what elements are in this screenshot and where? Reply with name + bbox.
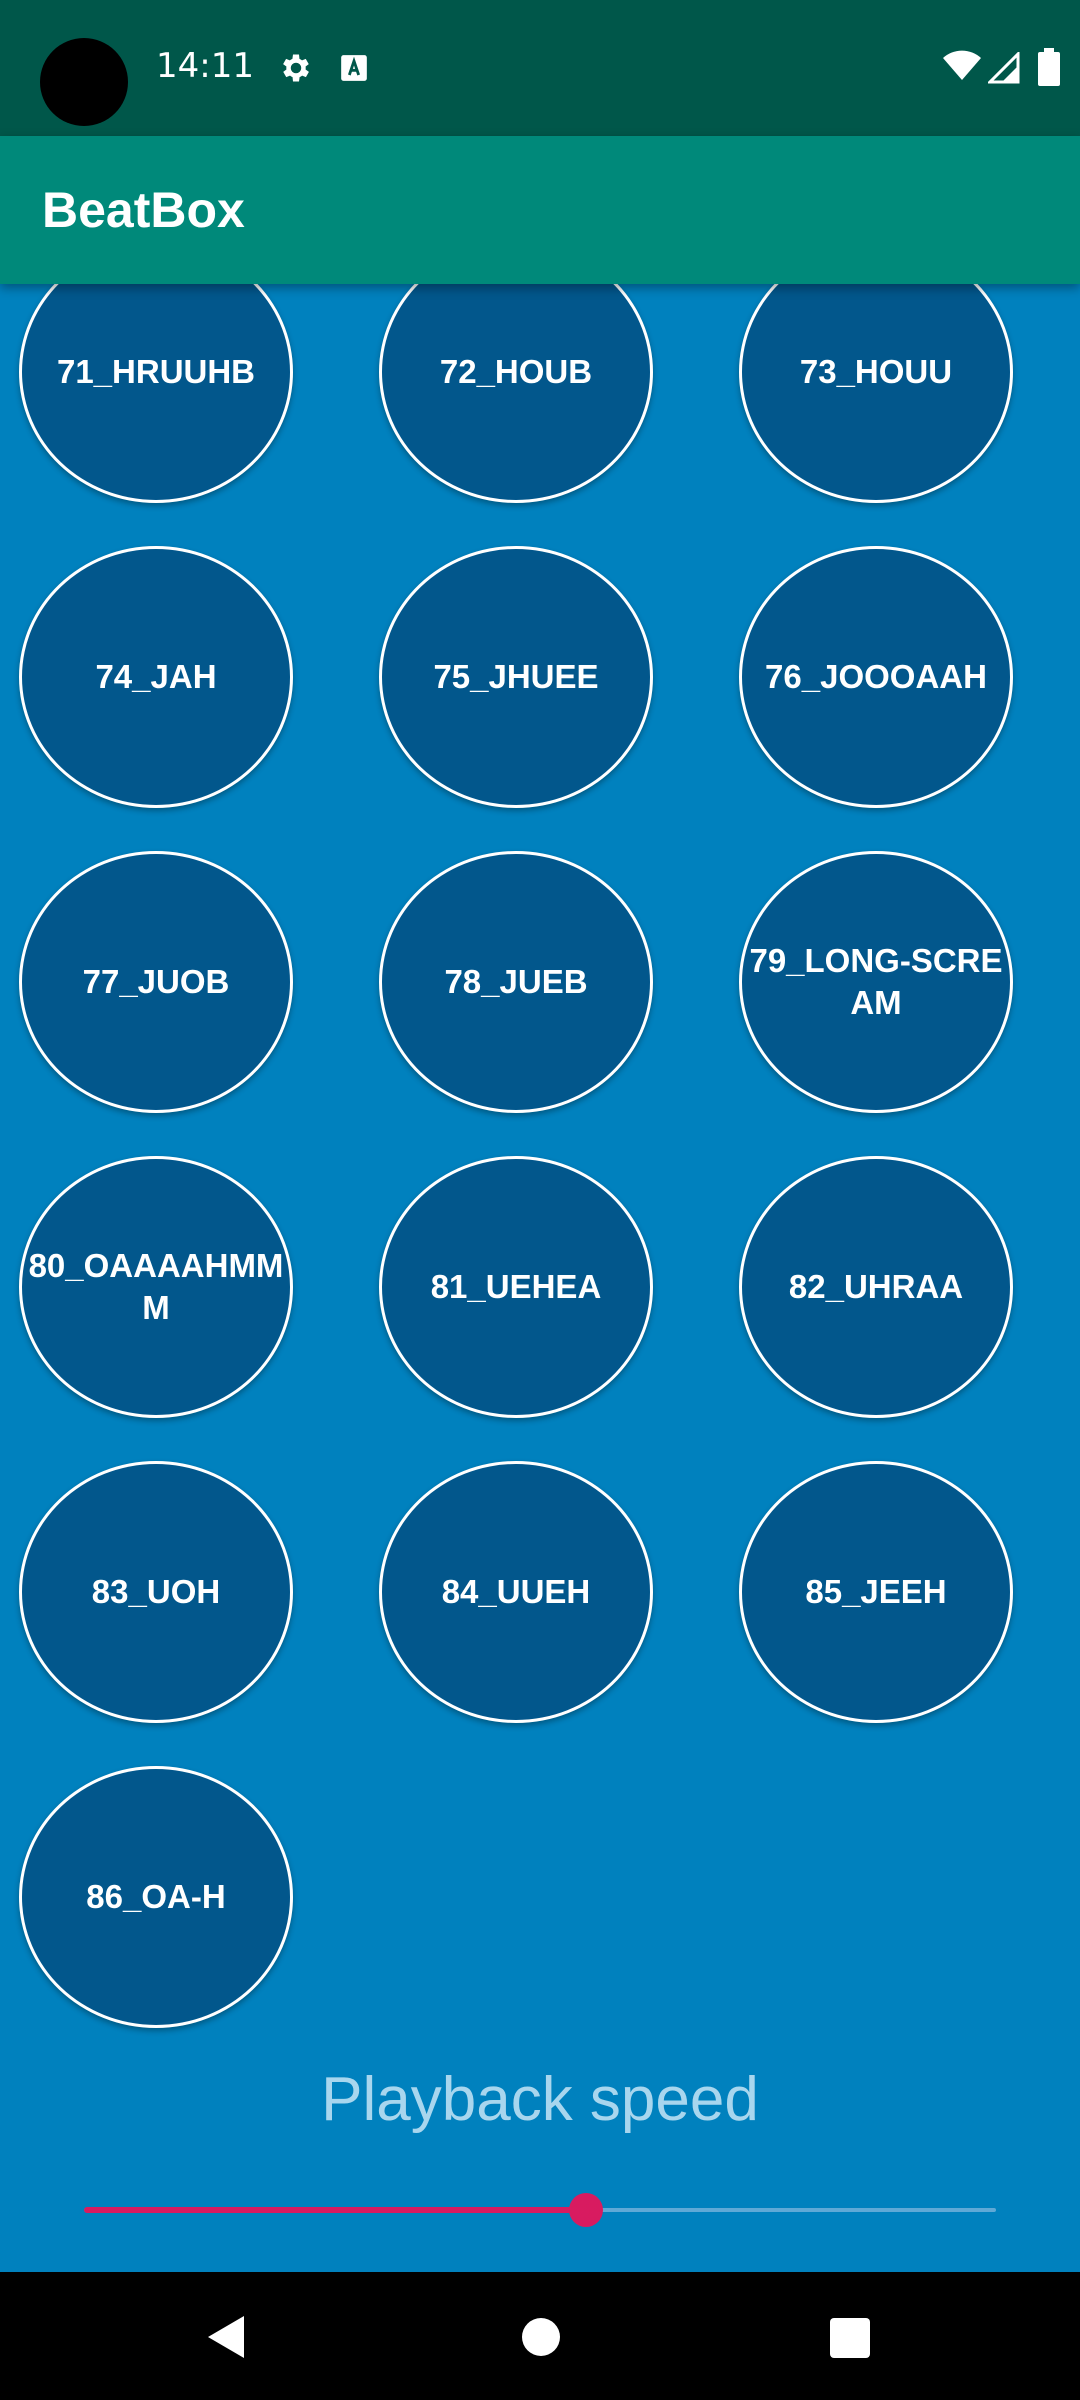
- sound-button[interactable]: 83_UOH: [19, 1461, 293, 1723]
- gear-icon: [283, 54, 309, 82]
- sound-label: 82_UHRAA: [788, 1268, 964, 1305]
- sound-label: 73_HOUU: [799, 353, 953, 390]
- back-icon[interactable]: [204, 2314, 248, 2360]
- sound-label: 76_JOOOAAH: [765, 658, 987, 695]
- sound-label: 86_OA-H: [86, 1878, 226, 1915]
- sound-button[interactable]: 82_UHRAA: [739, 1156, 1013, 1418]
- home-icon[interactable]: [522, 2318, 560, 2356]
- sound-label: 75_JHUEE: [433, 658, 599, 695]
- sound-label: 80_OAAAAHMMM: [28, 1247, 284, 1326]
- sound-button[interactable]: 84_UUEH: [379, 1461, 653, 1723]
- sound-label: 71_HRUUHB: [56, 353, 256, 390]
- sound-label: 78_JUEB: [444, 963, 588, 1000]
- playback-speed-slider[interactable]: [84, 2190, 996, 2230]
- sound-label: 77_JUOB: [82, 963, 230, 1000]
- sound-button[interactable]: 80_OAAAAHMMM: [19, 1156, 293, 1418]
- sound-button[interactable]: 79_LONG-SCREAM: [739, 851, 1013, 1113]
- navigation-bar: [0, 2272, 1080, 2400]
- sound-label: 84_UUEH: [441, 1573, 591, 1610]
- sound-label: 74_JAH: [95, 658, 217, 695]
- sound-button[interactable]: 86_OA-H: [19, 1766, 293, 2028]
- sound-label: 72_HOUB: [439, 353, 593, 390]
- camera-cutout: [40, 38, 128, 126]
- sound-button[interactable]: 71_HRUUHB: [19, 284, 293, 503]
- signal-icon: [988, 52, 1020, 84]
- sound-button[interactable]: 73_HOUU: [739, 284, 1013, 503]
- sound-label: 81_UEHEA: [430, 1268, 602, 1305]
- sound-button[interactable]: 78_JUEB: [379, 851, 653, 1113]
- sound-button[interactable]: 76_JOOOAAH: [739, 546, 1013, 808]
- recents-icon[interactable]: [830, 2318, 870, 2358]
- sound-label: 85_JEEH: [805, 1573, 947, 1610]
- status-time: 14:11: [156, 46, 254, 86]
- slider-track-filled: [84, 2207, 586, 2213]
- wifi-icon: [943, 50, 981, 80]
- sound-label: 83_UOH: [91, 1573, 221, 1610]
- sound-button[interactable]: 74_JAH: [19, 546, 293, 808]
- battery-icon: [1038, 48, 1060, 86]
- sound-button[interactable]: 75_JHUEE: [379, 546, 653, 808]
- slider-thumb[interactable]: [569, 2193, 603, 2227]
- sound-label: 79_LONG-SCREAM: [749, 942, 1003, 1021]
- playback-speed-label: Playback speed: [321, 2065, 759, 2134]
- sound-button[interactable]: 85_JEEH: [739, 1461, 1013, 1723]
- app-title: BeatBox: [42, 182, 245, 238]
- sound-button[interactable]: 81_UEHEA: [379, 1156, 653, 1418]
- sound-button[interactable]: 77_JUOB: [19, 851, 293, 1113]
- app-bar: BeatBox: [0, 136, 1080, 284]
- status-bar: 14:11: [0, 0, 1080, 136]
- text-a-icon: [341, 55, 367, 81]
- sound-grid[interactable]: 71_HRUUHB 72_HOUB 73_HOUU 74_JAH 75_JHUE…: [0, 284, 1080, 2272]
- sound-button[interactable]: 72_HOUB: [379, 284, 653, 503]
